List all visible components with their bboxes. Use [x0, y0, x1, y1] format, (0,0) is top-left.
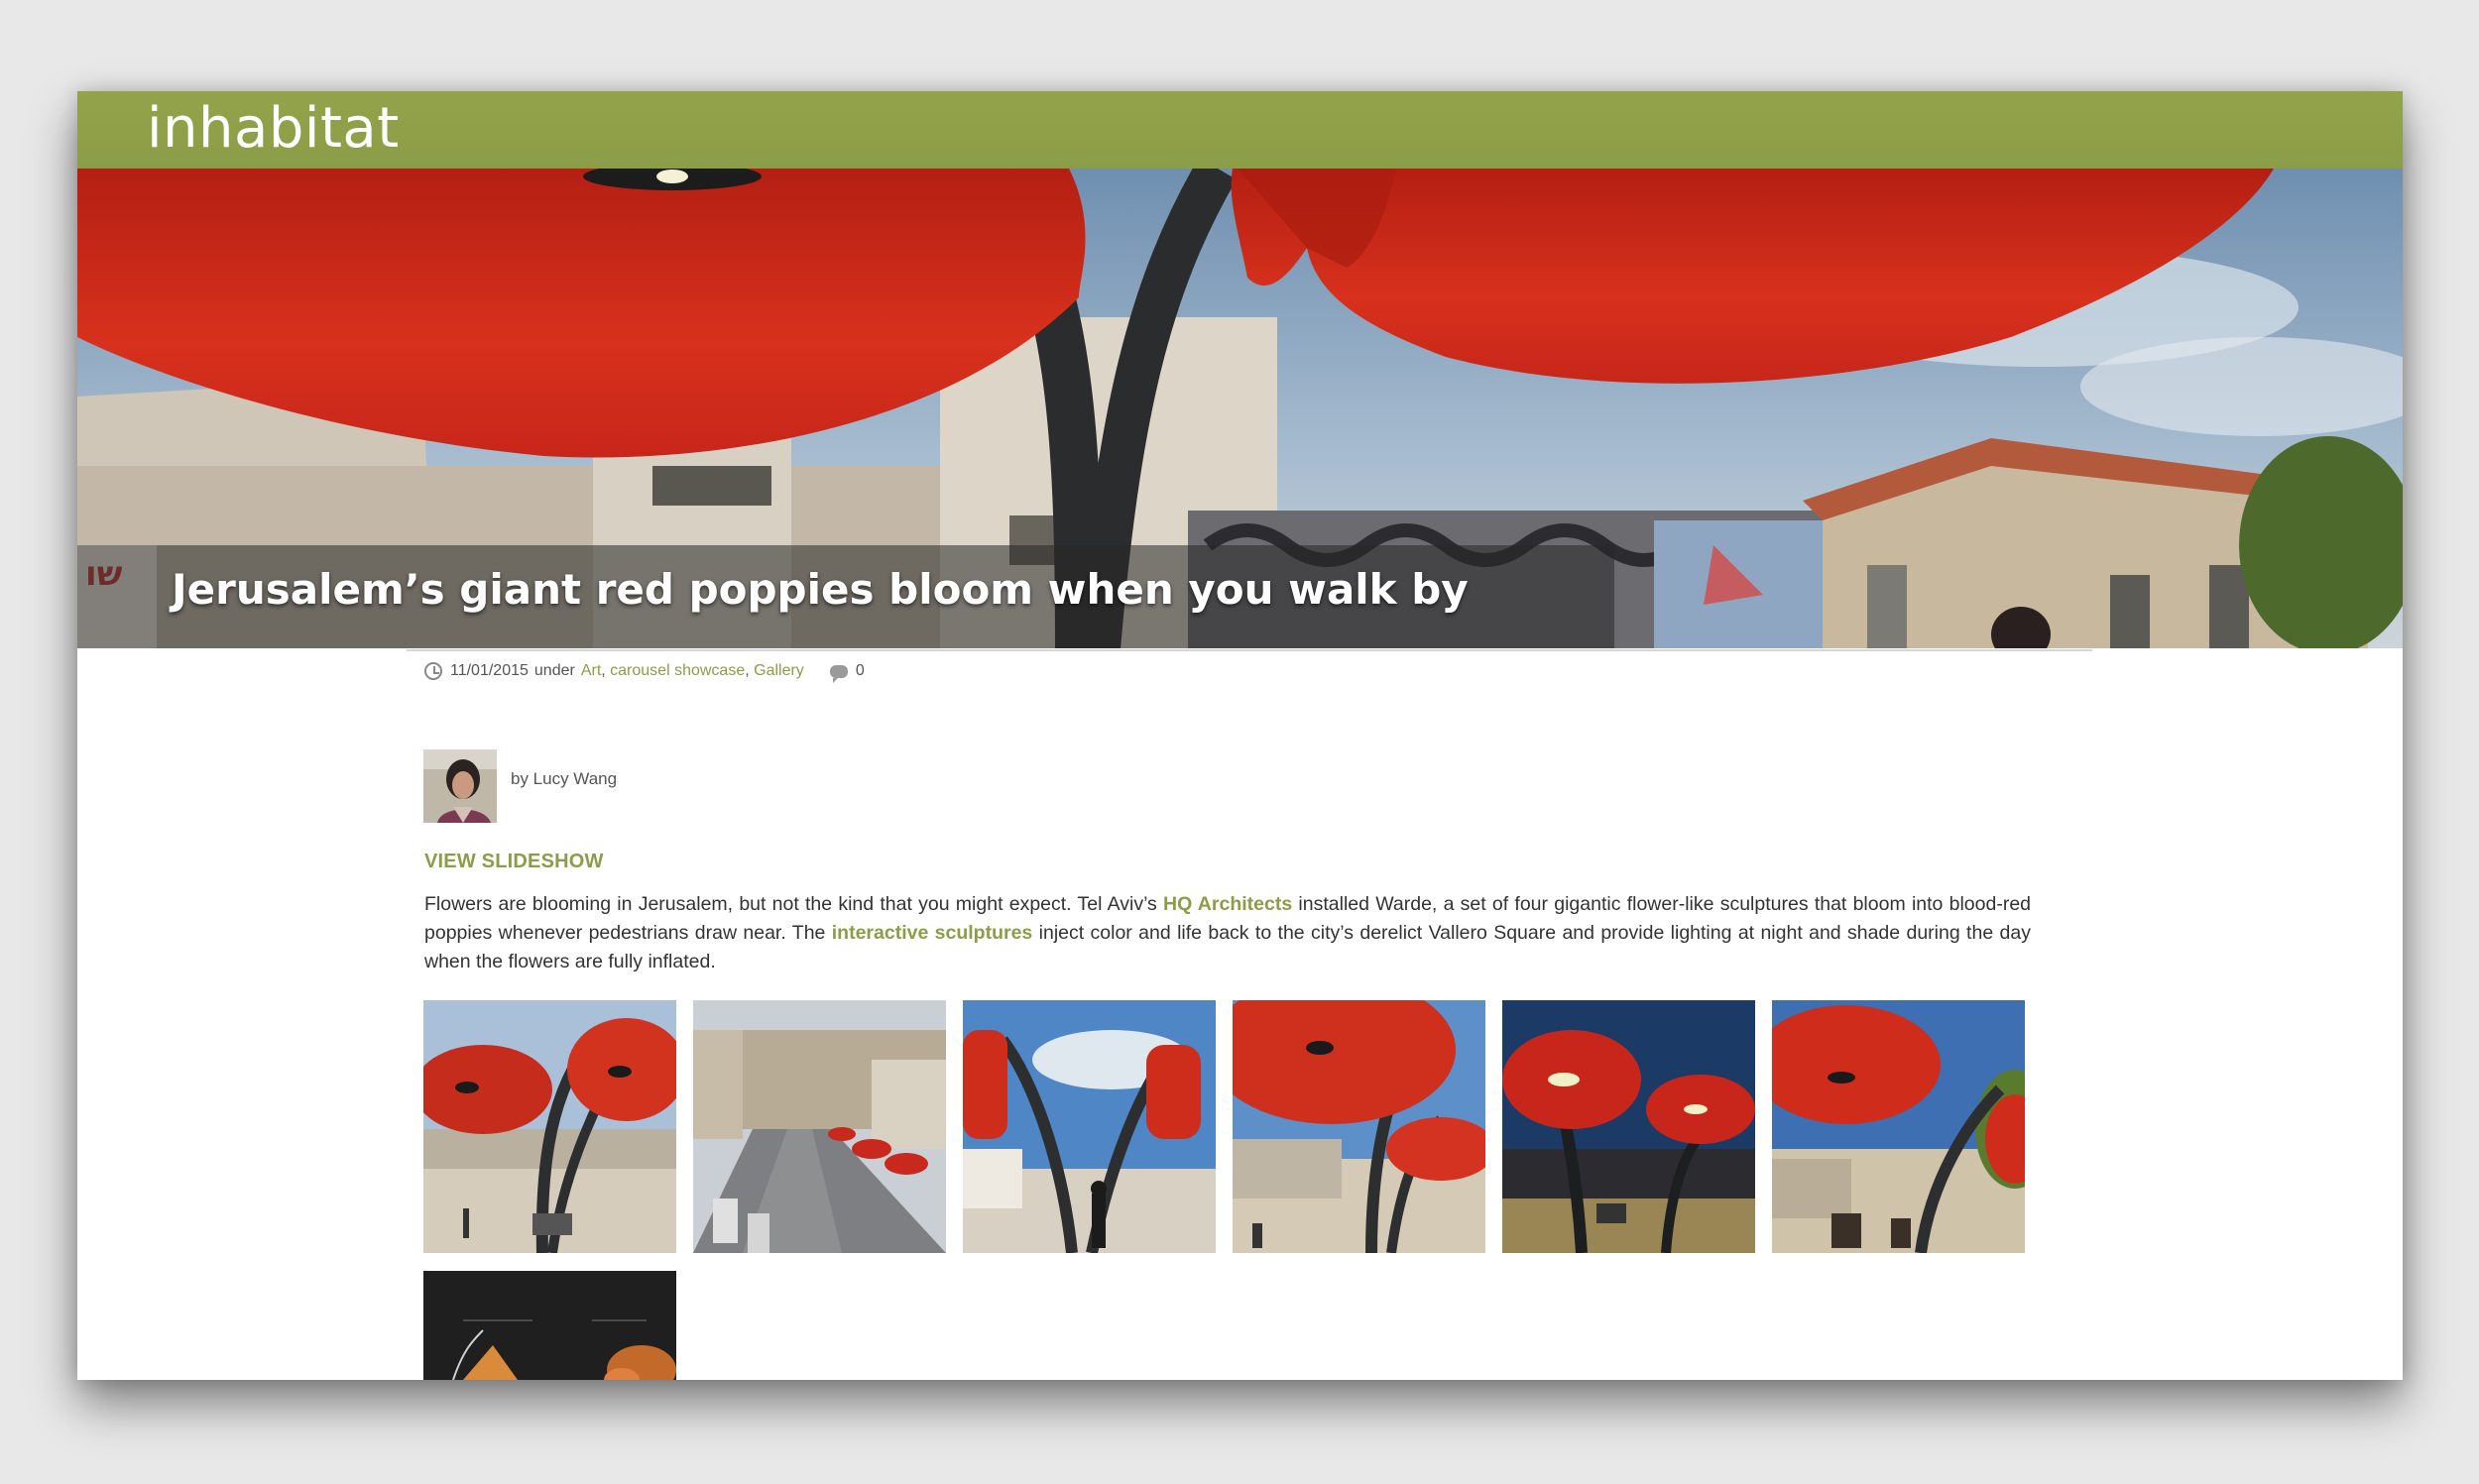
hq-architects-link[interactable]: HQ Architects	[1163, 893, 1292, 915]
site-header: inhabitat	[77, 91, 2403, 169]
author-byline[interactable]: by Lucy Wang	[511, 769, 617, 789]
gallery-thumb-6[interactable]	[1772, 1000, 2025, 1253]
comment-icon[interactable]	[829, 664, 848, 683]
hero-image: שו Jerusalem’s giant red poppies bloom w…	[77, 169, 2403, 648]
gallery-thumb-3[interactable]	[963, 1000, 1216, 1253]
interactive-sculptures-link[interactable]: interactive sculptures	[832, 922, 1033, 944]
divider	[407, 649, 2092, 651]
clock-icon	[424, 662, 442, 680]
author-block: by Lucy Wang	[423, 749, 617, 823]
article-title[interactable]: Jerusalem’s giant red poppies bloom when…	[172, 565, 1469, 615]
gallery-thumb-7[interactable]	[423, 1271, 676, 1380]
comment-count[interactable]: 0	[856, 662, 865, 680]
gallery-thumb-2[interactable]	[693, 1000, 946, 1253]
post-meta: 11/01/2015 under Art, carousel showcase,…	[424, 662, 865, 683]
category-link-gallery[interactable]: Gallery	[754, 662, 804, 680]
gallery-thumb-4[interactable]	[1233, 1000, 1485, 1253]
gallery-thumb-1[interactable]	[423, 1000, 676, 1253]
category-link-carousel-showcase[interactable]: carousel showcase	[610, 662, 745, 680]
under-label: under	[533, 662, 575, 679]
browser-window: inhabitat Jerusalem’s giant red poppies …	[77, 91, 2403, 1380]
article-body: Flowers are blooming in Jerusalem, but n…	[424, 890, 2031, 976]
article-text-1: Flowers are blooming in Jerusalem, but n…	[424, 893, 1164, 915]
category-link-art[interactable]: Art	[581, 662, 601, 680]
view-slideshow-link[interactable]: VIEW SLIDESHOW	[424, 851, 604, 873]
post-date: 11/01/2015	[450, 662, 529, 679]
site-logo[interactable]: inhabitat	[147, 96, 400, 161]
avatar[interactable]	[423, 749, 497, 823]
gallery-thumb-5[interactable]	[1502, 1000, 1755, 1253]
